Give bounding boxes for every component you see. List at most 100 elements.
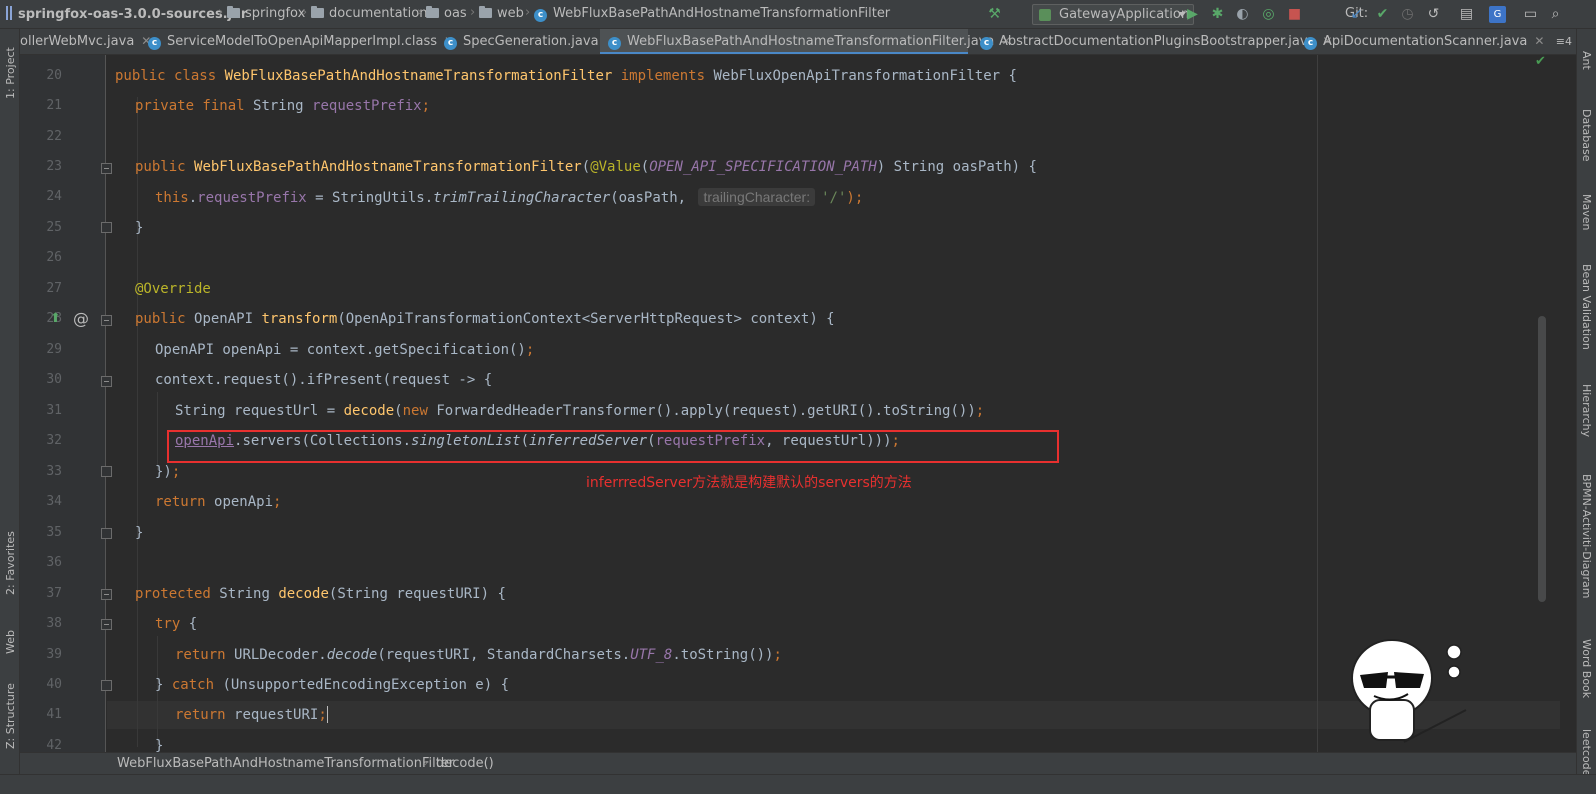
- indent-guide: [137, 97, 138, 747]
- tool-window-structure[interactable]: Z: Structure: [4, 683, 17, 749]
- coverage-icon[interactable]: ◐: [1234, 6, 1251, 23]
- status-breadcrumb-method[interactable]: decode(): [436, 756, 494, 771]
- project-structure-icon[interactable]: ▤: [1458, 6, 1475, 23]
- breadcrumb-folder-web[interactable]: web: [479, 6, 524, 21]
- line-number: 36: [46, 555, 62, 570]
- folder-icon: [479, 6, 492, 18]
- tab-service-model-mapper[interactable]: cServiceModelToOpenApiMapperImpl.class✕: [148, 29, 454, 54]
- vertical-scrollbar[interactable]: [1538, 316, 1546, 602]
- presentation-icon[interactable]: ▭: [1522, 6, 1539, 23]
- code-line-41[interactable]: return requestURI;: [175, 706, 328, 724]
- breadcrumb-class[interactable]: c WebFluxBasePathAndHostnameTransformatio…: [534, 6, 890, 22]
- code-line-40[interactable]: } catch (UnsupportedEncodingException e)…: [155, 676, 509, 694]
- vcs-update-icon[interactable]: ↙: [1348, 6, 1365, 23]
- tool-window-ant[interactable]: Ant: [1580, 51, 1593, 70]
- breadcrumb-separator: ›: [470, 5, 476, 20]
- tool-window-project[interactable]: 1: Project: [4, 47, 17, 99]
- fold-toggle-icon[interactable]: [101, 466, 112, 477]
- fold-toggle-icon[interactable]: [101, 680, 112, 691]
- fold-toggle-icon[interactable]: [101, 163, 112, 174]
- code-line-33[interactable]: });: [155, 463, 180, 481]
- code-line-30[interactable]: context.request().ifPresent(request -> {: [155, 371, 492, 389]
- editor-tab-bar: ollerWebMvc.java ✕ c ServiceModelToOpenApi…: [20, 29, 1576, 55]
- code-line-25[interactable]: }: [135, 219, 143, 237]
- tab-api-documentation-scanner[interactable]: c ApiDocumentationScanner.java ✕: [1304, 29, 1544, 54]
- tool-window-database[interactable]: Database: [1580, 109, 1593, 162]
- code-line-37[interactable]: protected String decode(String requestUR…: [135, 585, 506, 603]
- line-number: 39: [46, 647, 62, 662]
- bottom-status-strip: [0, 774, 1596, 794]
- line-number: 41: [46, 707, 62, 722]
- breadcrumb-separator: ›: [525, 5, 531, 20]
- breadcrumb-folder-documentation[interactable]: documentation: [311, 6, 427, 21]
- vcs-history-icon[interactable]: ◷: [1399, 6, 1416, 23]
- breadcrumb-folder-springfox[interactable]: springfox: [227, 6, 305, 21]
- status-breadcrumb-class[interactable]: WebFluxBasePathAndHostnameTransformation…: [117, 756, 454, 771]
- close-icon[interactable]: ✕: [1534, 34, 1544, 48]
- fold-toggle-icon[interactable]: [101, 619, 112, 630]
- code-line-34[interactable]: return openApi;: [155, 493, 281, 511]
- code-line-20[interactable]: public class WebFluxBasePathAndHostnameT…: [115, 67, 1017, 85]
- tool-window-word-book[interactable]: Word Book: [1580, 639, 1593, 698]
- line-number: 25: [46, 220, 62, 235]
- right-tool-window-bar: Ant Database Maven Bean Validation Hiera…: [1576, 29, 1596, 794]
- tab-overflow-button[interactable]: ≡4: [1556, 35, 1572, 48]
- stop-icon[interactable]: ■: [1286, 6, 1303, 23]
- line-number: 27: [46, 281, 62, 296]
- code-line-29[interactable]: OpenAPI openApi = context.getSpecificati…: [155, 341, 534, 359]
- vcs-rollback-icon[interactable]: ↺: [1425, 6, 1442, 23]
- jar-icon: [6, 6, 12, 20]
- class-icon: c: [148, 37, 161, 50]
- line-number: 24: [46, 189, 62, 204]
- line-number: 26: [46, 250, 62, 265]
- translate-icon[interactable]: G: [1489, 6, 1506, 23]
- code-line-28[interactable]: public OpenAPI transform(OpenApiTransfor…: [135, 310, 835, 328]
- inspection-ok-icon[interactable]: ✔: [1535, 54, 1546, 69]
- debug-icon[interactable]: ✱: [1209, 6, 1226, 23]
- code-line-35[interactable]: }: [135, 524, 143, 542]
- tool-window-bpmn[interactable]: BPMN-Activiti-Diagram: [1580, 474, 1593, 599]
- run-icon[interactable]: ▶: [1184, 6, 1201, 23]
- breadcrumb-jar[interactable]: springfox-oas-3.0.0-sources.jar: [6, 6, 247, 22]
- class-icon: c: [608, 37, 621, 50]
- line-number: 29: [46, 342, 62, 357]
- class-icon: c: [444, 37, 457, 50]
- line-number: 40: [46, 677, 62, 692]
- breadcrumb-folder-oas[interactable]: oas: [426, 6, 467, 21]
- tool-window-web[interactable]: Web: [4, 630, 17, 654]
- code-line-27[interactable]: @Override: [135, 280, 211, 298]
- search-everywhere-icon[interactable]: ⌕: [1547, 6, 1564, 23]
- code-line-39[interactable]: return URLDecoder.decode(requestURI, Sta…: [175, 646, 782, 664]
- override-annotation-icon[interactable]: @: [73, 309, 89, 328]
- tab-abstract-documentation-bootstrapper[interactable]: c AbstractDocumentationPluginsBootstrappe…: [980, 29, 1333, 54]
- build-hammer-icon[interactable]: ⚒: [986, 6, 1003, 23]
- tool-window-leetcode[interactable]: leetcode: [1580, 729, 1593, 776]
- tool-window-bean-validation[interactable]: Bean Validation: [1580, 264, 1593, 350]
- fold-toggle-icon[interactable]: [101, 222, 112, 233]
- tool-window-hierarchy[interactable]: Hierarchy: [1580, 384, 1593, 437]
- code-line-24[interactable]: this.requestPrefix = StringUtils.trimTra…: [155, 188, 863, 207]
- vcs-commit-icon[interactable]: ✔: [1374, 6, 1391, 23]
- tab-spec-generation[interactable]: cSpecGeneration.java✕: [444, 29, 616, 54]
- code-line-21[interactable]: private final String requestPrefix;: [135, 97, 430, 115]
- fold-toggle-icon[interactable]: [101, 376, 112, 387]
- tool-window-favorites[interactable]: 2: Favorites: [4, 531, 17, 595]
- profile-icon[interactable]: ◎: [1260, 6, 1277, 23]
- tab-controller-webmvc[interactable]: ollerWebMvc.java ✕: [20, 29, 151, 54]
- fold-toggle-icon[interactable]: [101, 528, 112, 539]
- tab-webflux-filter[interactable]: c WebFluxBasePathAndHostnameTransformatio…: [600, 29, 1011, 54]
- line-number: 34: [46, 494, 62, 509]
- tool-window-maven[interactable]: Maven: [1580, 194, 1593, 230]
- implements-marker-icon[interactable]: ⬆: [50, 311, 61, 326]
- fold-toggle-icon[interactable]: [101, 315, 112, 326]
- line-number: 33: [46, 464, 62, 479]
- mascot-sticker: [1351, 639, 1467, 743]
- code-line-38[interactable]: try {: [155, 615, 197, 633]
- line-number: 20: [46, 68, 62, 83]
- code-line-23[interactable]: public WebFluxBasePathAndHostnameTransfo…: [135, 158, 1037, 176]
- code-line-31[interactable]: String requestUrl = decode(new Forwarded…: [175, 402, 984, 420]
- folder-icon: [426, 6, 439, 18]
- breadcrumb-separator: ›: [302, 5, 308, 20]
- fold-toggle-icon[interactable]: [101, 589, 112, 600]
- run-configuration-select[interactable]: GatewayApplication: [1032, 4, 1194, 25]
